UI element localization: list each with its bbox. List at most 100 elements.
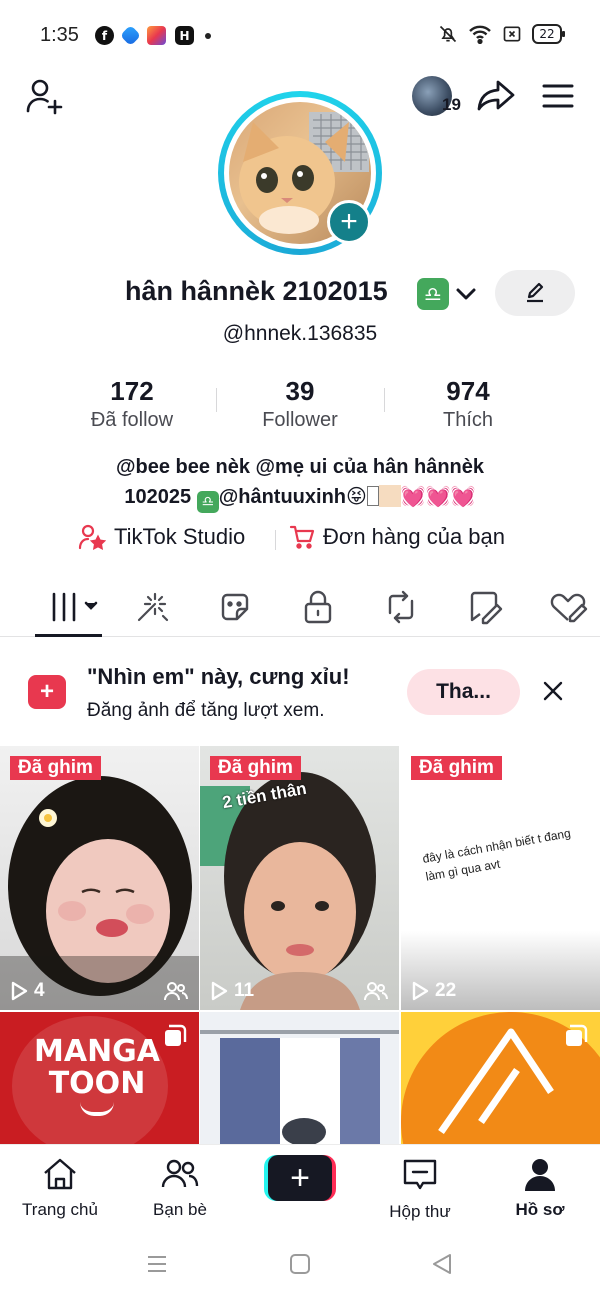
video-grid: Đã ghim 4 2 tiền thân Đã ghim 11 đây là … <box>0 746 600 1144</box>
mangatoon-logo: MANGA TOON <box>34 1036 160 1116</box>
multi-photo-icon <box>165 1024 187 1046</box>
friends-only-icon <box>164 982 188 1001</box>
grid-icon <box>52 592 98 622</box>
sparkle-icon <box>137 592 169 622</box>
share-icon <box>477 80 515 111</box>
username: @hnnek.136835 <box>222 322 378 345</box>
stat-divider <box>216 388 217 412</box>
friends-only-icon <box>364 982 388 1001</box>
friends-icon <box>161 1159 199 1188</box>
video-thumbnail[interactable] <box>401 1012 600 1144</box>
bio-mention: @hântuuxinh😝 <box>218 486 367 508</box>
stat-likes-value: 974 <box>446 376 490 406</box>
profile-bio: @bee bee nèk @mẹ ui của hân hânnèk 10202… <box>0 452 600 513</box>
stat-divider <box>384 388 385 412</box>
stat-following-value: 172 <box>110 376 154 406</box>
profile-stats: 172 Đã follow 39 Follower 974 Thích <box>0 376 600 436</box>
tab-reposts[interactable] <box>379 585 423 629</box>
bottom-navigation: Trang chủ Bạn bè + Hộp thư Hồ sơ <box>0 1144 600 1228</box>
active-tab-indicator <box>35 634 102 637</box>
tab-effects[interactable] <box>130 585 174 629</box>
video-overlay-text: đây là cách nhận biết t đang làm gì qua … <box>421 826 572 884</box>
stat-following[interactable]: 172 Đã follow <box>52 376 212 432</box>
nav-home[interactable]: Trang chủ <box>0 1157 120 1220</box>
tab-private[interactable] <box>296 585 340 629</box>
nav-inbox[interactable]: Hộp thư <box>360 1157 480 1222</box>
home-icon <box>44 1158 76 1190</box>
tagged-icon <box>470 591 503 625</box>
bio-line-2: 102025 ♎ @hântuuxinh😝 💓💓💓 <box>0 482 600 513</box>
nav-profile[interactable]: Hồ sơ <box>480 1157 600 1220</box>
banner-title: "Nhìn em" này, cưng xỉu! <box>87 664 350 689</box>
status-right: 22 <box>438 24 565 44</box>
recent-apps-icon[interactable] <box>146 1254 168 1274</box>
banner-action-button[interactable]: Tha... <box>407 669 520 715</box>
nav-friends-label: Bạn bè <box>153 1200 207 1219</box>
studio-icon <box>78 524 106 550</box>
video-thumbnail[interactable]: 2 tiền thân Đã ghim 11 <box>200 746 399 1010</box>
close-icon[interactable] <box>540 678 566 704</box>
back-icon[interactable] <box>430 1252 454 1276</box>
tab-tagged[interactable] <box>464 585 508 629</box>
inbox-icon <box>403 1159 437 1190</box>
system-navigation-bar <box>0 1228 600 1300</box>
wifi-icon <box>469 25 491 44</box>
links-divider <box>275 530 276 550</box>
menu-button[interactable] <box>536 74 580 118</box>
view-count: 4 <box>10 980 45 1002</box>
home-system-icon[interactable] <box>289 1253 311 1275</box>
orders-link[interactable]: Đơn hàng của bạn <box>289 524 505 550</box>
add-friend-button[interactable] <box>22 74 66 118</box>
multi-photo-icon <box>566 1024 588 1046</box>
play-icon <box>412 981 429 1001</box>
pinned-badge: Đã ghim <box>10 756 101 780</box>
view-count-value: 4 <box>34 980 45 1001</box>
view-count: 22 <box>411 980 456 1002</box>
status-app-icons: f H <box>95 24 211 47</box>
sticker-icon <box>221 593 249 621</box>
add-story-button[interactable]: + <box>327 200 371 244</box>
libra-emoji: ♎ <box>417 278 449 310</box>
tab-liked[interactable] <box>546 585 590 629</box>
chevron-down-icon[interactable] <box>454 282 478 306</box>
status-time: 1:35 <box>40 24 79 46</box>
video-thumbnail[interactable]: đây là cách nhận biết t đang làm gì qua … <box>401 746 600 1010</box>
battery-indicator: 22 <box>532 24 565 44</box>
create-button[interactable]: + <box>264 1155 336 1201</box>
stat-likes[interactable]: 974 Thích <box>388 376 548 432</box>
stat-followers[interactable]: 39 Follower <box>220 376 380 432</box>
hapo-icon: H <box>175 26 194 45</box>
add-user-icon <box>26 79 63 115</box>
tab-videos[interactable] <box>46 585 102 629</box>
play-icon <box>11 981 28 1001</box>
libra-emoji: ♎ <box>196 491 219 513</box>
repost-icon <box>388 590 414 624</box>
display-name: hân hânnèk 2102015 <box>125 276 388 306</box>
edit-profile-button[interactable] <box>495 270 575 316</box>
liked-icon <box>550 593 588 623</box>
profile-tabs <box>0 575 600 637</box>
mangatoon-logo-bottom: TOON <box>48 1066 146 1101</box>
view-count: 11 <box>210 980 254 1002</box>
tab-stickers[interactable] <box>213 585 257 629</box>
tiktok-studio-link[interactable]: TikTok Studio <box>78 524 245 550</box>
tiktok-studio-label: TikTok Studio <box>114 524 246 549</box>
share-profile-button[interactable] <box>474 74 518 118</box>
photos-icon <box>147 26 166 45</box>
stat-followers-value: 39 <box>285 376 315 406</box>
pinned-badge: Đã ghim <box>411 756 502 780</box>
pinned-badge: Đã ghim <box>210 756 301 780</box>
pencil-icon <box>527 282 544 303</box>
video-thumbnail[interactable]: MANGA TOON <box>0 1012 199 1144</box>
profile-icon <box>525 1159 555 1191</box>
video-thumbnail[interactable] <box>200 1012 399 1144</box>
video-thumbnail[interactable]: Đã ghim 4 <box>0 746 199 1010</box>
nav-friends[interactable]: Bạn bè <box>120 1157 240 1220</box>
status-bar: 1:35 f H 22 <box>0 0 600 70</box>
facebook-icon: f <box>95 26 114 45</box>
skin-tone-icon <box>378 485 401 507</box>
stat-likes-label: Thích <box>442 409 494 431</box>
plus-icon: + <box>340 205 358 238</box>
nav-inbox-label: Hộp thư <box>389 1202 451 1221</box>
hearts-emoji: 💓💓💓 <box>400 486 476 508</box>
